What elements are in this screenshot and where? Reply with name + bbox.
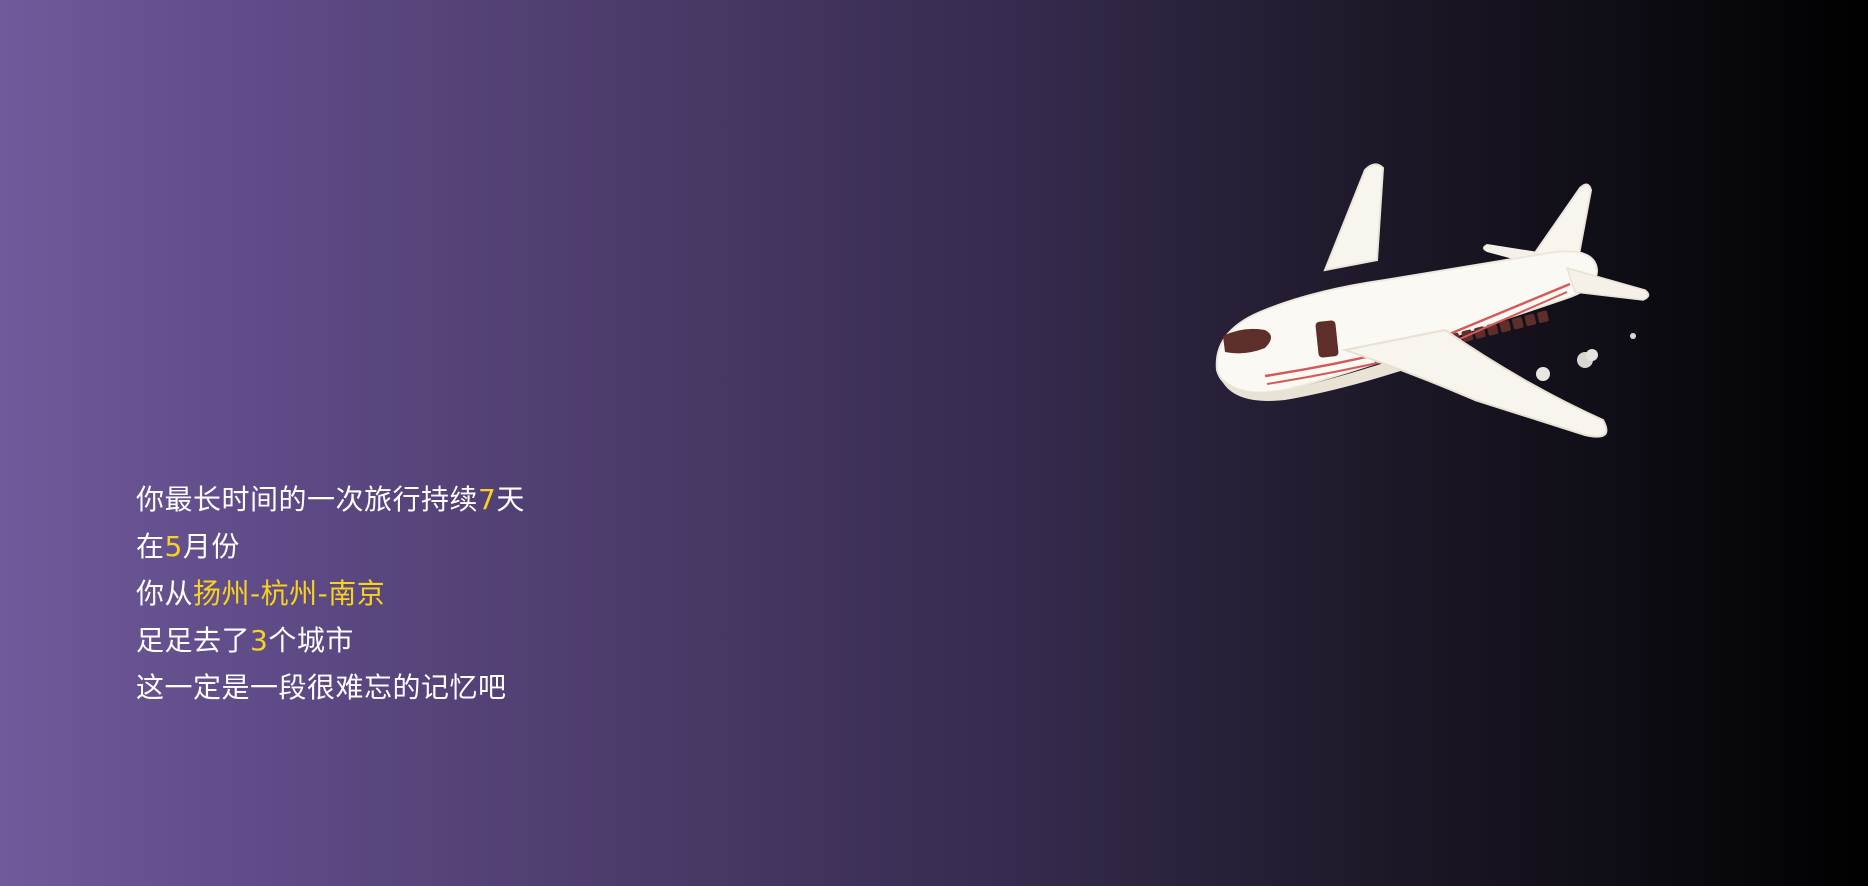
trip-route-value: 扬州-杭州-南京 xyxy=(193,577,386,610)
city-count-value: 3 xyxy=(250,624,269,657)
travel-summary: 你最长时间的一次旅行持续7天 在5月份 你从扬州-杭州-南京 足足去了3个城市 … xyxy=(136,476,525,711)
trip-month-line: 在5月份 xyxy=(136,523,525,570)
longest-trip-suffix: 天 xyxy=(496,483,525,516)
longest-trip-prefix: 你最长时间的一次旅行持续 xyxy=(136,483,479,516)
longest-trip-line: 你最长时间的一次旅行持续7天 xyxy=(136,476,525,523)
city-count-line: 足足去了3个城市 xyxy=(136,617,525,664)
trip-month-value: 5 xyxy=(164,530,183,563)
trip-days-value: 7 xyxy=(478,483,497,516)
city-count-prefix: 足足去了 xyxy=(136,624,251,657)
trip-route-prefix: 你从 xyxy=(136,577,194,610)
memory-line: 这一定是一段很难忘的记忆吧 xyxy=(136,664,525,711)
city-count-suffix: 个城市 xyxy=(268,624,354,657)
trip-month-prefix: 在 xyxy=(136,530,165,563)
trip-route-line: 你从扬州-杭州-南京 xyxy=(136,570,525,617)
airplane-icon xyxy=(1215,163,1650,438)
memory-text: 这一定是一段很难忘的记忆吧 xyxy=(136,671,507,704)
trip-month-suffix: 月份 xyxy=(182,530,240,563)
